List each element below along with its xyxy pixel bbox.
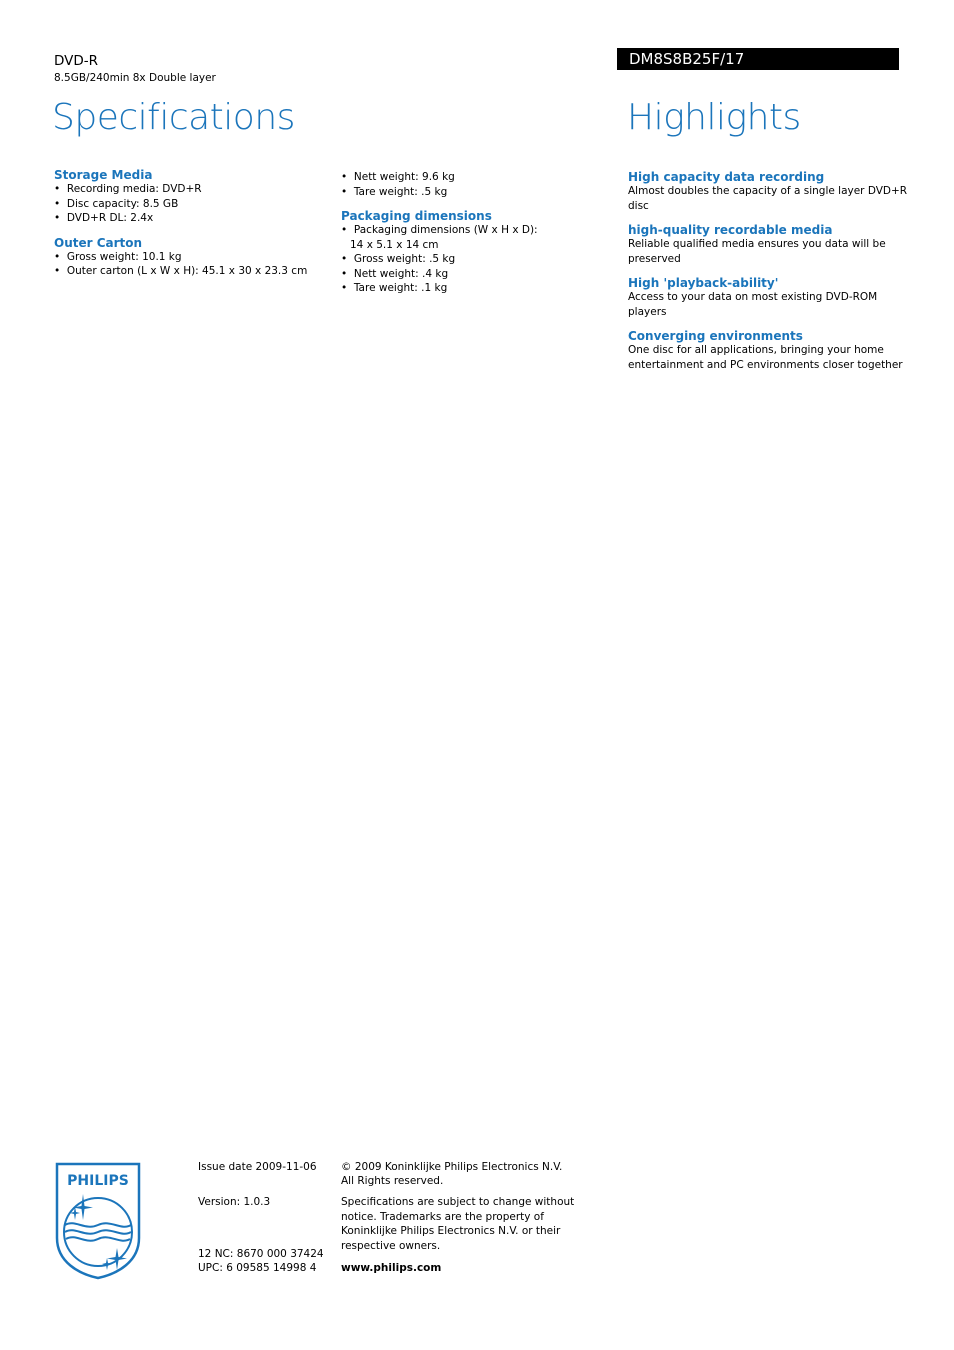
highlight-heading: High capacity data recording (628, 170, 825, 184)
spec-item: Outer carton (L x W x H): 45.1 x 30 x 23… (54, 264, 324, 279)
highlight-item: High 'playback-ability' Access to your d… (628, 276, 913, 319)
highlight-heading: high-quality recordable media (628, 223, 833, 237)
model-number-bar: DM8S8B25F/17 (617, 48, 899, 70)
spec-item: Gross weight: 10.1 kg (54, 250, 324, 265)
spec-section-heading: Packaging dimensions (341, 209, 492, 223)
spec-section-heading: Outer Carton (54, 235, 143, 250)
copyright-line-1: © 2009 Koninklijke Philips Electronics N… (341, 1161, 563, 1173)
philips-logo-text: PHILIPS (67, 1173, 129, 1189)
spec-item: Disc capacity: 8.5 GB (54, 197, 324, 212)
highlight-body: Reliable qualified media ensures you dat… (628, 238, 886, 265)
spec-item: Nett weight: 9.6 kg (341, 170, 551, 185)
spec-item: Tare weight: .1 kg (341, 281, 551, 296)
spec-section-heading: Storage Media (54, 168, 153, 182)
spec-item: Nett weight: .4 kg (341, 267, 551, 282)
version: Version: 1.0.3 (198, 1196, 271, 1208)
copyright-line-2: All Rights reserved. (341, 1175, 444, 1187)
highlights-list: High capacity data recording Almost doub… (628, 170, 913, 382)
spec-item: Packaging dimensions (W x H x D): 14 x 5… (341, 223, 551, 252)
philips-shield-icon: PHILIPS (55, 1162, 141, 1280)
highlight-body: One disc for all applications, bringing … (628, 344, 903, 371)
spec-item: DVD+R DL: 2.4x (54, 211, 324, 226)
highlight-heading: Converging environments (628, 329, 803, 343)
product-description: 8.5GB/240min 8x Double layer (54, 72, 216, 84)
specs-column-2: Nett weight: 9.6 kg Tare weight: .5 kg P… (341, 170, 551, 306)
product-type: DVD-R (54, 53, 99, 69)
website-link[interactable]: www.philips.com (341, 1261, 441, 1276)
highlight-item: high-quality recordable media Reliable q… (628, 223, 913, 266)
spec-section-outer-carton: Outer Carton Gross weight: 10.1 kg Outer… (54, 236, 324, 279)
upc-code: UPC: 6 09585 14998 4 (198, 1262, 317, 1274)
highlights-title: Highlights (627, 97, 801, 138)
spec-item: Gross weight: .5 kg (341, 252, 551, 267)
disclaimer: Specifications are subject to change wit… (341, 1196, 575, 1252)
highlight-body: Access to your data on most existing DVD… (628, 291, 878, 318)
issue-date: Issue date 2009-11-06 (198, 1161, 317, 1173)
specs-column-1: Storage Media Recording media: DVD+R Dis… (54, 168, 324, 289)
spec-section-outer-carton-continued: Nett weight: 9.6 kg Tare weight: .5 kg (341, 170, 551, 199)
highlight-body: Almost doubles the capacity of a single … (628, 185, 908, 212)
spec-item: Tare weight: .5 kg (341, 185, 551, 200)
highlight-item: Converging environments One disc for all… (628, 329, 913, 372)
specifications-title: Specifications (52, 97, 295, 138)
twelve-nc: 12 NC: 8670 000 37424 (198, 1248, 324, 1260)
spec-item: Recording media: DVD+R (54, 182, 324, 197)
highlight-heading: High 'playback-ability' (628, 276, 779, 290)
spec-section-packaging-dimensions: Packaging dimensions Packaging dimension… (341, 209, 551, 296)
highlight-item: High capacity data recording Almost doub… (628, 170, 913, 213)
spec-section-storage-media: Storage Media Recording media: DVD+R Dis… (54, 168, 324, 226)
